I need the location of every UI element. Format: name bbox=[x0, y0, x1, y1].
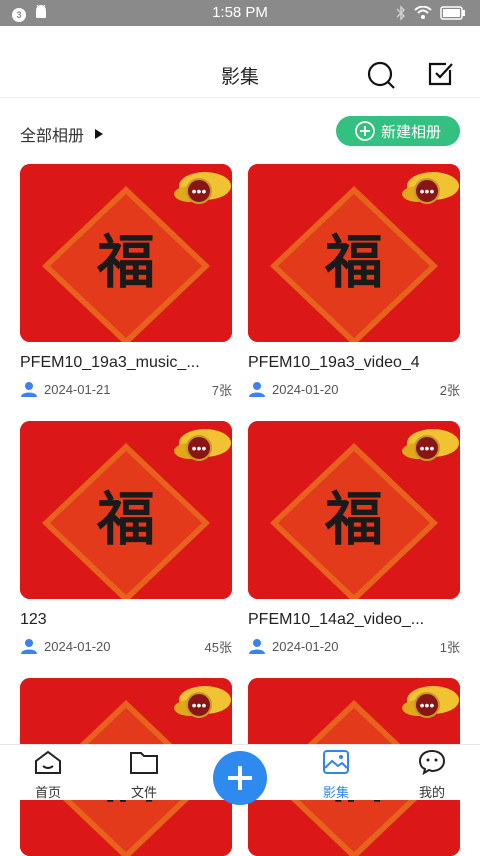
more-options-icon[interactable]: ••• bbox=[186, 692, 212, 718]
tab-home-label: 首页 bbox=[34, 785, 61, 800]
album-icon bbox=[323, 750, 349, 774]
chat-bubble-icon bbox=[418, 749, 446, 776]
svg-text:福: 福 bbox=[96, 485, 155, 553]
plus-icon bbox=[228, 766, 252, 790]
status-right bbox=[396, 5, 466, 26]
page-title: 影集 bbox=[220, 67, 259, 88]
tab-albums[interactable]: 影集 bbox=[306, 749, 366, 801]
edit-button[interactable] bbox=[426, 60, 454, 93]
tab-files-label: 文件 bbox=[130, 785, 157, 800]
album-photo-count: 1张 bbox=[439, 639, 460, 655]
user-icon bbox=[21, 639, 37, 654]
all-albums-label: 全部相册 bbox=[20, 128, 85, 145]
bottom-tab-bar: 首页 文件 影集 我的 bbox=[0, 744, 480, 805]
add-button[interactable] bbox=[213, 751, 267, 805]
album-name: PFEM10_14a2_video_... bbox=[248, 611, 425, 628]
more-options-icon[interactable]: ••• bbox=[414, 692, 440, 718]
album-name: PFEM10_19a3_music_... bbox=[20, 354, 200, 371]
new-album-label: 新建相册 bbox=[380, 123, 441, 141]
bluetooth-icon bbox=[396, 5, 406, 26]
album-cover-thumbnail[interactable]: 福 ••• bbox=[20, 421, 232, 599]
triangle-right-icon bbox=[95, 129, 104, 139]
album-meta: 2024-01-20 1张 bbox=[248, 637, 460, 655]
new-album-button[interactable]: 新建相册 bbox=[336, 116, 460, 146]
album-cover-thumbnail[interactable]: 福 ••• bbox=[20, 164, 232, 342]
album-meta: 2024-01-20 2张 bbox=[248, 380, 460, 398]
search-icon bbox=[367, 61, 395, 89]
edit-check-icon bbox=[428, 62, 453, 86]
more-options-icon[interactable]: ••• bbox=[186, 178, 212, 204]
wifi-icon bbox=[414, 5, 432, 25]
app-header: 影集 bbox=[0, 26, 480, 98]
all-albums-dropdown[interactable]: 全部相册 bbox=[20, 122, 104, 146]
folder-icon bbox=[130, 752, 158, 774]
album-meta: 2024-01-20 45张 bbox=[20, 637, 232, 655]
user-icon bbox=[249, 382, 265, 397]
album-photo-count: 7张 bbox=[211, 382, 232, 398]
album-date: 2024-01-21 bbox=[44, 381, 111, 397]
album-date: 2024-01-20 bbox=[272, 638, 339, 654]
home-icon bbox=[35, 750, 61, 774]
plus-circle-icon bbox=[355, 121, 375, 141]
album-filter-bar: 全部相册 新建相册 bbox=[0, 116, 480, 148]
album-card[interactable]: 福 ••• PFEM10_14a2_video_... 2024-01-20 1张 bbox=[248, 421, 460, 655]
album-name: PFEM10_19a3_video_4 bbox=[248, 354, 420, 371]
album-date: 2024-01-20 bbox=[44, 638, 111, 654]
tab-mine-label: 我的 bbox=[418, 785, 445, 800]
more-options-icon[interactable]: ••• bbox=[414, 435, 440, 461]
tab-albums-label: 影集 bbox=[322, 785, 349, 800]
tab-home[interactable]: 首页 bbox=[18, 749, 78, 801]
user-icon bbox=[21, 382, 37, 397]
album-date: 2024-01-20 bbox=[272, 381, 339, 397]
tab-files[interactable]: 文件 bbox=[114, 749, 174, 801]
album-cover-thumbnail[interactable]: 福 ••• bbox=[248, 421, 460, 599]
album-card[interactable]: 福 ••• PFEM10_19a3_video_4 2024-01-20 2张 bbox=[248, 164, 460, 398]
album-photo-count: 2张 bbox=[439, 382, 460, 398]
tab-mine[interactable]: 我的 bbox=[402, 749, 462, 801]
battery-icon bbox=[440, 6, 466, 25]
album-name: 123 bbox=[20, 611, 47, 628]
user-icon bbox=[249, 639, 265, 654]
svg-text:福: 福 bbox=[324, 228, 383, 296]
album-card[interactable]: 福 ••• 123 2024-01-20 45张 bbox=[20, 421, 232, 655]
more-options-icon[interactable]: ••• bbox=[186, 435, 212, 461]
album-photo-count: 45张 bbox=[204, 639, 232, 655]
more-options-icon[interactable]: ••• bbox=[414, 178, 440, 204]
album-card[interactable]: 福 ••• PFEM10_19a3_music_... 2024-01-21 7张 bbox=[20, 164, 232, 398]
album-meta: 2024-01-21 7张 bbox=[20, 380, 232, 398]
svg-text:福: 福 bbox=[324, 485, 383, 553]
album-cover-thumbnail[interactable]: 福 ••• bbox=[248, 164, 460, 342]
status-bar: 3 1:58 PM bbox=[0, 0, 480, 26]
search-button[interactable] bbox=[366, 60, 396, 95]
svg-text:福: 福 bbox=[96, 228, 155, 296]
